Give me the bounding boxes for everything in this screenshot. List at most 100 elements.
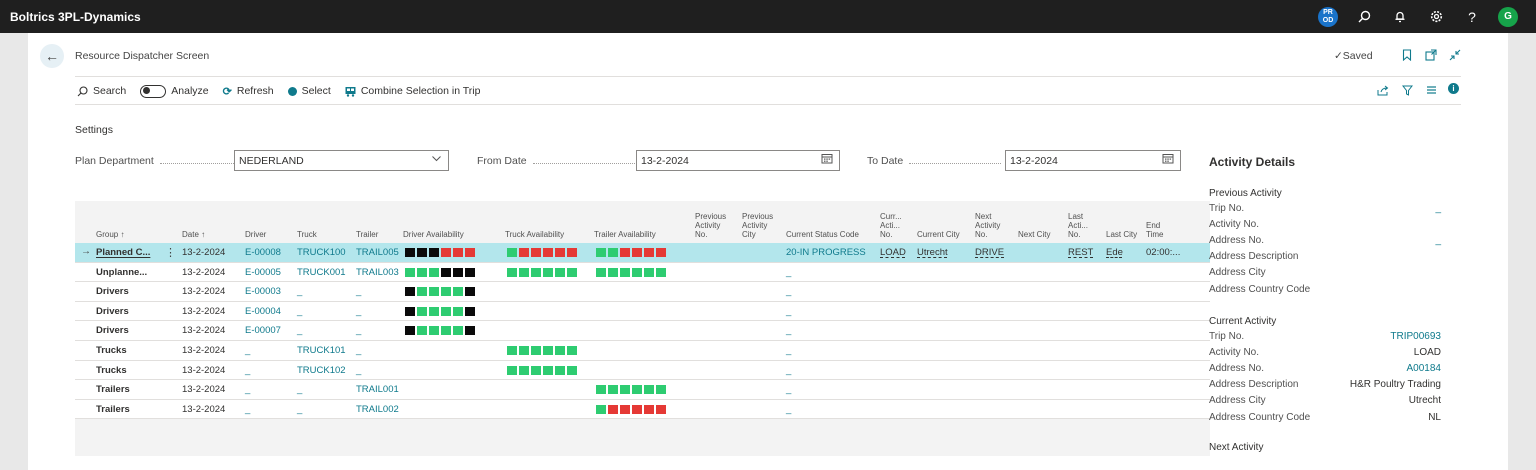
search-action[interactable]: Search bbox=[77, 85, 126, 97]
driver-cell[interactable]: _ bbox=[245, 404, 250, 415]
table-row[interactable]: Trucks 13-2-2024 _ TRUCK101 _ _ bbox=[75, 341, 1210, 361]
share-icon[interactable] bbox=[1376, 83, 1390, 97]
header-driver[interactable]: Driver bbox=[245, 230, 266, 239]
driver-availability-bar[interactable] bbox=[405, 287, 475, 297]
trailer-availability-bar[interactable] bbox=[596, 248, 666, 257]
table-row[interactable]: Drivers 13-2-2024 E-00003 _ _ _ bbox=[75, 282, 1210, 302]
list-view-icon[interactable] bbox=[1424, 83, 1438, 97]
driver-cell[interactable]: E-00008 bbox=[245, 247, 281, 258]
trailer-cell[interactable]: TRAIL001 bbox=[356, 384, 399, 395]
header-end-time[interactable]: End Time bbox=[1146, 221, 1163, 239]
group-cell[interactable]: Planned C... bbox=[96, 247, 150, 258]
group-cell[interactable]: Trailers bbox=[96, 404, 130, 415]
driver-availability-bar[interactable] bbox=[405, 248, 475, 257]
header-current-status-code[interactable]: Current Status Code bbox=[786, 230, 859, 239]
truck-availability-bar[interactable] bbox=[507, 365, 577, 375]
status-cell[interactable]: _ bbox=[786, 384, 791, 395]
table-row[interactable]: Trucks 13-2-2024 _ TRUCK102 _ _ bbox=[75, 360, 1210, 381]
truck-cell[interactable]: TRUCK101 bbox=[297, 345, 346, 356]
table-row[interactable]: → ⋮ Planned C... 13-2-2024 E-00008 TRUCK100 TR… bbox=[75, 243, 1210, 263]
trailer-cell[interactable]: TRAIL003 bbox=[356, 267, 399, 278]
header-group[interactable]: Group ↑ bbox=[96, 230, 124, 239]
header-trailer[interactable]: Trailer bbox=[356, 230, 378, 239]
header-previous-activity-city[interactable]: Previous Activity City bbox=[742, 212, 773, 239]
table-row[interactable]: Drivers 13-2-2024 E-00004 _ _ _ bbox=[75, 301, 1210, 322]
truck-cell[interactable]: _ bbox=[297, 325, 302, 336]
user-avatar[interactable]: G bbox=[1490, 0, 1526, 33]
trailer-cell[interactable]: _ bbox=[356, 325, 361, 336]
driver-cell[interactable]: _ bbox=[245, 345, 250, 356]
driver-availability-bar[interactable] bbox=[405, 267, 475, 277]
table-row[interactable]: Drivers 13-2-2024 E-00007 _ _ _ bbox=[75, 321, 1210, 341]
driver-cell[interactable]: _ bbox=[245, 384, 250, 395]
group-cell[interactable]: Trailers bbox=[96, 384, 130, 395]
open-new-window-icon[interactable] bbox=[1422, 45, 1440, 65]
trailer-cell[interactable]: _ bbox=[356, 286, 361, 297]
select-action[interactable]: Select bbox=[287, 85, 331, 97]
refresh-action[interactable]: ⟳ Refresh bbox=[223, 85, 274, 98]
to-date-input[interactable]: 13-2-2024 bbox=[1005, 150, 1181, 171]
driver-cell[interactable]: _ bbox=[245, 365, 250, 376]
trailer-cell[interactable]: _ bbox=[356, 306, 361, 317]
group-cell[interactable]: Unplanne... bbox=[96, 267, 147, 278]
from-date-input[interactable]: 13-2-2024 bbox=[636, 150, 840, 171]
last-city-cell[interactable]: Ede bbox=[1106, 247, 1123, 258]
trailer-availability-bar[interactable] bbox=[596, 385, 666, 395]
trailer-cell[interactable]: TRAIL005 bbox=[356, 247, 399, 258]
search-icon[interactable] bbox=[1346, 0, 1382, 33]
table-row[interactable]: Trailers 13-2-2024 _ _ TRAIL002 _ bbox=[75, 399, 1210, 420]
trailer-availability-bar[interactable] bbox=[596, 267, 666, 277]
filter-icon[interactable] bbox=[1400, 83, 1414, 97]
truck-availability-bar[interactable] bbox=[507, 248, 577, 257]
group-cell[interactable]: Drivers bbox=[96, 325, 129, 336]
header-last-city[interactable]: Last City bbox=[1106, 230, 1137, 239]
table-row[interactable]: Unplanne... 13-2-2024 E-00005 TRUCK001 TRAIL… bbox=[75, 262, 1210, 283]
current-city-cell[interactable]: Utrecht bbox=[917, 247, 948, 258]
driver-cell[interactable]: E-00007 bbox=[245, 325, 281, 336]
settings-section-title[interactable]: Settings bbox=[75, 124, 113, 136]
driver-cell[interactable]: E-00004 bbox=[245, 306, 281, 317]
row-actions-menu-icon[interactable]: ⋮ bbox=[165, 246, 176, 259]
previous-field-value[interactable]: _ bbox=[1435, 203, 1441, 214]
last-activity-cell[interactable]: REST bbox=[1068, 247, 1093, 258]
truck-cell[interactable]: _ bbox=[297, 404, 302, 415]
header-trailer-availability[interactable]: Trailer Availability bbox=[594, 230, 656, 239]
driver-cell[interactable]: E-00005 bbox=[245, 267, 281, 278]
trailer-availability-bar[interactable] bbox=[596, 404, 666, 414]
truck-availability-bar[interactable] bbox=[507, 346, 577, 355]
status-cell[interactable]: _ bbox=[786, 267, 791, 278]
driver-cell[interactable]: E-00003 bbox=[245, 286, 281, 297]
back-arrow-icon[interactable]: ← bbox=[40, 44, 64, 68]
chevron-down-icon[interactable] bbox=[431, 153, 442, 167]
truck-cell[interactable]: _ bbox=[297, 306, 302, 317]
calendar-icon[interactable] bbox=[821, 153, 833, 167]
header-truck-availability[interactable]: Truck Availability bbox=[505, 230, 564, 239]
analyze-toggle-switch[interactable] bbox=[140, 84, 167, 98]
header-next-activity-no[interactable]: Next Activity No. bbox=[975, 212, 1000, 239]
status-cell[interactable]: _ bbox=[786, 306, 791, 317]
truck-cell[interactable]: TRUCK100 bbox=[297, 247, 346, 258]
trailer-cell[interactable]: TRAIL002 bbox=[356, 404, 399, 415]
status-cell[interactable]: _ bbox=[786, 404, 791, 415]
truck-cell[interactable]: _ bbox=[297, 286, 302, 297]
group-cell[interactable]: Drivers bbox=[96, 286, 129, 297]
header-date[interactable]: Date ↑ bbox=[182, 230, 205, 239]
header-truck[interactable]: Truck bbox=[297, 230, 317, 239]
header-driver-availability[interactable]: Driver Availability bbox=[403, 230, 464, 239]
previous-field-value[interactable]: _ bbox=[1435, 235, 1441, 246]
current-field-value[interactable]: A00184 bbox=[1407, 363, 1441, 374]
truck-cell[interactable]: TRUCK001 bbox=[297, 267, 346, 278]
truck-cell[interactable]: _ bbox=[297, 384, 302, 395]
header-last-activity-no[interactable]: Last Acti... No. bbox=[1068, 212, 1088, 239]
driver-availability-bar[interactable] bbox=[405, 306, 475, 316]
info-icon[interactable]: i bbox=[1448, 83, 1459, 94]
truck-availability-bar[interactable] bbox=[507, 267, 577, 277]
header-previous-activity-no[interactable]: Previous Activity No. bbox=[695, 212, 726, 239]
factbox-title[interactable]: Activity Details bbox=[1209, 155, 1295, 169]
truck-cell[interactable]: TRUCK102 bbox=[297, 365, 346, 376]
driver-availability-bar[interactable] bbox=[405, 326, 475, 336]
header-current-activity-no[interactable]: Curr... Acti... No. bbox=[880, 212, 902, 239]
plan-department-dropdown[interactable]: NEDERLAND bbox=[234, 150, 449, 171]
current-field-value[interactable]: TRIP00693 bbox=[1390, 331, 1441, 342]
table-row[interactable]: Trailers 13-2-2024 _ _ TRAIL001 _ bbox=[75, 380, 1210, 400]
